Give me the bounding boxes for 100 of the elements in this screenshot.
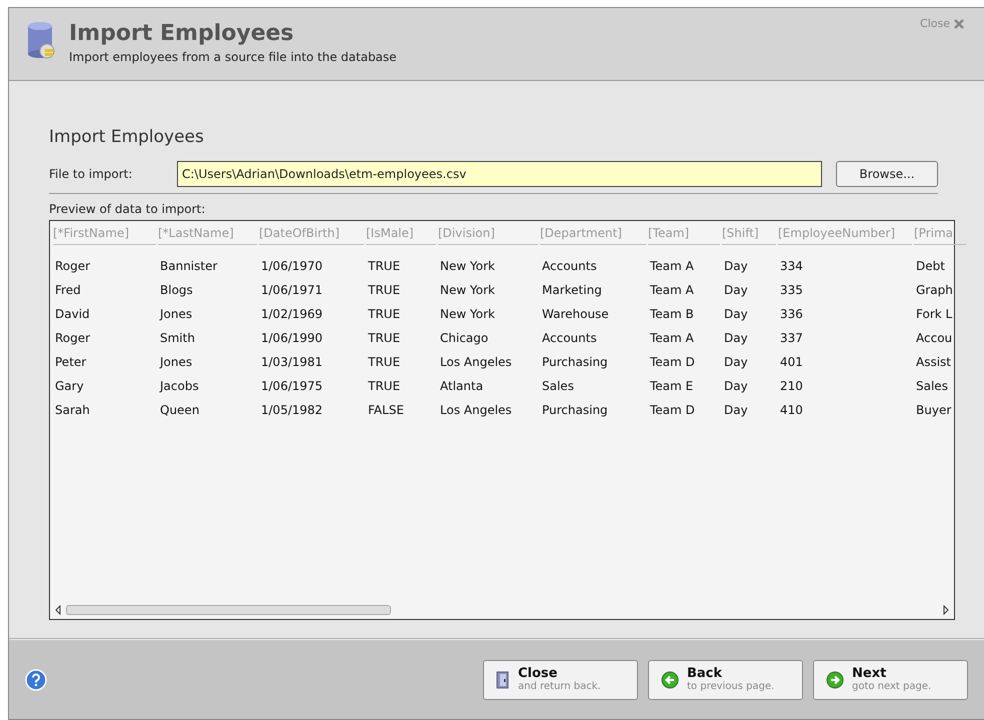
table-cell-text: TRUE [368,330,402,346]
table-cell-text: Jacobs [160,378,200,394]
scroll-right-icon[interactable] [942,605,950,615]
table-cell-text: Day [724,306,749,322]
table-cell-text: Team D [650,402,696,418]
table-cell-text: New York [440,258,496,274]
table-cell-text: Marketing [542,282,603,298]
column-header[interactable]: [IsMale] [366,224,436,244]
table-cell-text: Accounts [542,330,598,346]
column-header[interactable]: [Division] [438,224,538,244]
column-header[interactable]: [Team] [648,224,720,244]
table-cell-text: Graph [916,282,954,298]
table-cell-text: FALSE [368,402,405,418]
table-cell-text: Purchasing [542,354,609,370]
table-cell-text: Blogs [160,282,194,298]
table-cell-text: Day [724,378,749,394]
table-cell-text: Team A [650,258,695,274]
database-icon [25,20,57,60]
table-cell-text: Sales [916,378,949,394]
table-cell-text: Day [724,354,749,370]
table-cell-text: Warehouse [542,306,610,322]
table-cell-text: Bannister [160,258,218,274]
table-cell-text: 336 [780,306,804,322]
table-cell-text: 334 [780,258,804,274]
column-header[interactable]: [Department] [540,224,646,244]
table-cell-text: Day [724,282,749,298]
table-cell-text: 1/06/1990 [261,330,324,346]
table-cell-text: TRUE [368,282,402,298]
column-header[interactable]: [Shift] [722,224,776,244]
table-cell-text: 1/02/1969 [261,306,324,322]
table-cell-text: Team D [650,354,696,370]
table-cell-text: 410 [780,402,804,418]
table-cell-text: Smith [160,330,196,346]
preview-label: Preview of data to import: [49,200,206,218]
table-cell-text: Chicago [440,330,490,346]
table-cell-text: Fred [55,282,82,298]
column-header[interactable]: [*FirstName] [53,224,156,244]
table-cell-text: Team A [650,330,695,346]
button-label: Next [852,666,888,680]
table-cell-text: Peter [55,354,88,370]
table-cell-text: Jones [160,306,194,322]
back-button[interactable]: Back to previous page. [648,660,803,700]
table-cell-text: 210 [780,378,804,394]
table-cell-text: Fork L [916,306,954,322]
door-icon [496,670,510,688]
field-label: File to import: [49,166,134,182]
table-cell-text: 337 [780,330,804,346]
close-button[interactable]: Close and return back. [483,660,638,700]
window-title: Import Employees [69,20,295,48]
table-cell-text: TRUE [368,378,402,394]
table-cell-text: Jones [160,354,194,370]
table-cell-text: Sarah [55,402,91,418]
button-sublabel: goto next page. [852,680,932,692]
table-cell-text: Accounts [542,258,598,274]
table-cell-text: Purchasing [542,402,609,418]
next-button[interactable]: Next goto next page. [813,660,968,700]
section-title: Import Employees [49,126,205,149]
table-cell-text: Sales [542,378,575,394]
table-cell-text: Team A [650,282,695,298]
column-header[interactable]: [DateOfBirth] [259,224,364,244]
table-cell-text: 1/06/1971 [261,282,324,298]
table-cell-text: Day [724,258,749,274]
column-header[interactable]: [EmployeeNumber] [778,224,912,244]
window-subtitle: Import employees from a source file into the database [69,49,397,66]
close-icon [954,19,964,30]
table-cell-text: TRUE [368,354,402,370]
table-cell-text: Day [724,330,749,346]
table-cell-text: Day [724,402,749,418]
table-cell-text: 335 [780,282,804,298]
table-cell-text: Los Angeles [440,354,513,370]
table-cell-text: 401 [780,354,804,370]
table-cell-text: Gary [55,378,85,394]
table-cell-text: Assist [916,354,952,370]
button-label: Back [687,666,724,680]
table-cell-text: 1/03/1981 [261,354,324,370]
scroll-left-icon[interactable] [54,605,62,615]
table-cell-text: 1/06/1975 [261,378,324,394]
table-cell-text: Roger [55,330,92,346]
help-icon[interactable] [25,668,47,690]
table-cell-text: Debt [916,258,946,274]
table-cell-text: David [55,306,91,322]
column-header[interactable]: [*LastName] [158,224,257,244]
file-path-field[interactable]: C:\Users\Adrian\Downloads\etm-employees.csv [177,160,822,186]
browse-button[interactable]: Browse... [836,160,938,186]
table-cell-text: TRUE [368,258,402,274]
table-cell-text: Team E [650,378,694,394]
table-cell-text: Buyer [916,402,952,418]
table-cell-text: 1/06/1970 [261,258,324,274]
button-sublabel: to previous page. [687,680,774,692]
button-label: Close [518,666,558,680]
table-cell-text: Los Angeles [440,402,513,418]
table-cell-text: Atlanta [440,378,484,394]
column-header[interactable]: [Prima [914,224,966,244]
table-cell-text: 1/05/1982 [261,402,324,418]
table-cell-text: Accou [916,330,954,346]
table-cell-text: Queen [160,402,200,418]
scrollbar-thumb[interactable] [66,605,391,615]
table-cell-text: Roger [55,258,92,274]
close-link[interactable]: Close [920,16,964,32]
table-cell-text: Team B [650,306,695,322]
